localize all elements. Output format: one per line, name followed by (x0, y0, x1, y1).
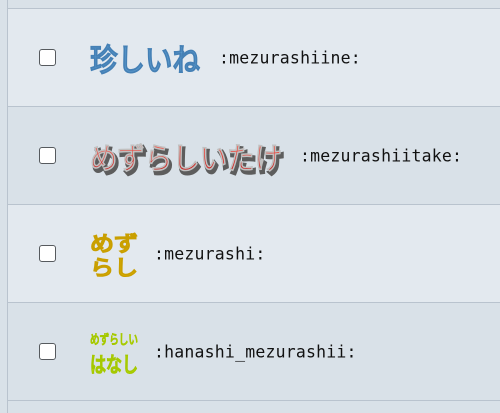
emoji-image-mezurashiine: 珍しいね (88, 38, 202, 79)
select-emoji-checkbox[interactable] (39, 244, 56, 262)
select-emoji-checkbox[interactable] (39, 48, 56, 66)
emoji-shortcode: :mezurashi: (154, 244, 266, 263)
emoji-shortcode: :mezurashiitake: (300, 146, 463, 165)
list-top-edge (8, 0, 500, 9)
svg-text:めずらしいたけ: めずらしいたけ (90, 142, 282, 177)
select-emoji-checkbox[interactable] (39, 146, 56, 164)
emoji-row: めずらしいたけ めずらしいたけ :mezurashiitake: (8, 107, 500, 205)
emoji-shortcode: :hanashi_mezurashii: (154, 342, 357, 361)
emoji-image-mezurashiitake: めずらしいたけ めずらしいたけ (87, 132, 287, 182)
svg-text:めずらしい: めずらしい (90, 332, 138, 348)
emoji-image-hanashi-mezurashii: めずらしい はなし (88, 326, 140, 378)
emoji-image-mezurashi: めず らし (88, 230, 140, 280)
emoji-row: めずらしい はなし :hanashi_mezurashii: (8, 303, 500, 401)
custom-emoji-list: 珍しいね :mezurashiine: めずらしいたけ めずらしいたけ :mez… (7, 0, 500, 413)
select-emoji-checkbox[interactable] (39, 342, 56, 360)
emoji-row: めず らし :mezurashi: (8, 205, 500, 303)
svg-text:めず: めず (90, 232, 138, 256)
emoji-row: 珍しいね :mezurashiine: (8, 9, 500, 107)
svg-text:はなし: はなし (90, 353, 138, 377)
svg-text:珍しいね: 珍しいね (90, 43, 200, 78)
emoji-shortcode: :mezurashiine: (219, 48, 361, 67)
svg-text:らし: らし (90, 256, 138, 280)
